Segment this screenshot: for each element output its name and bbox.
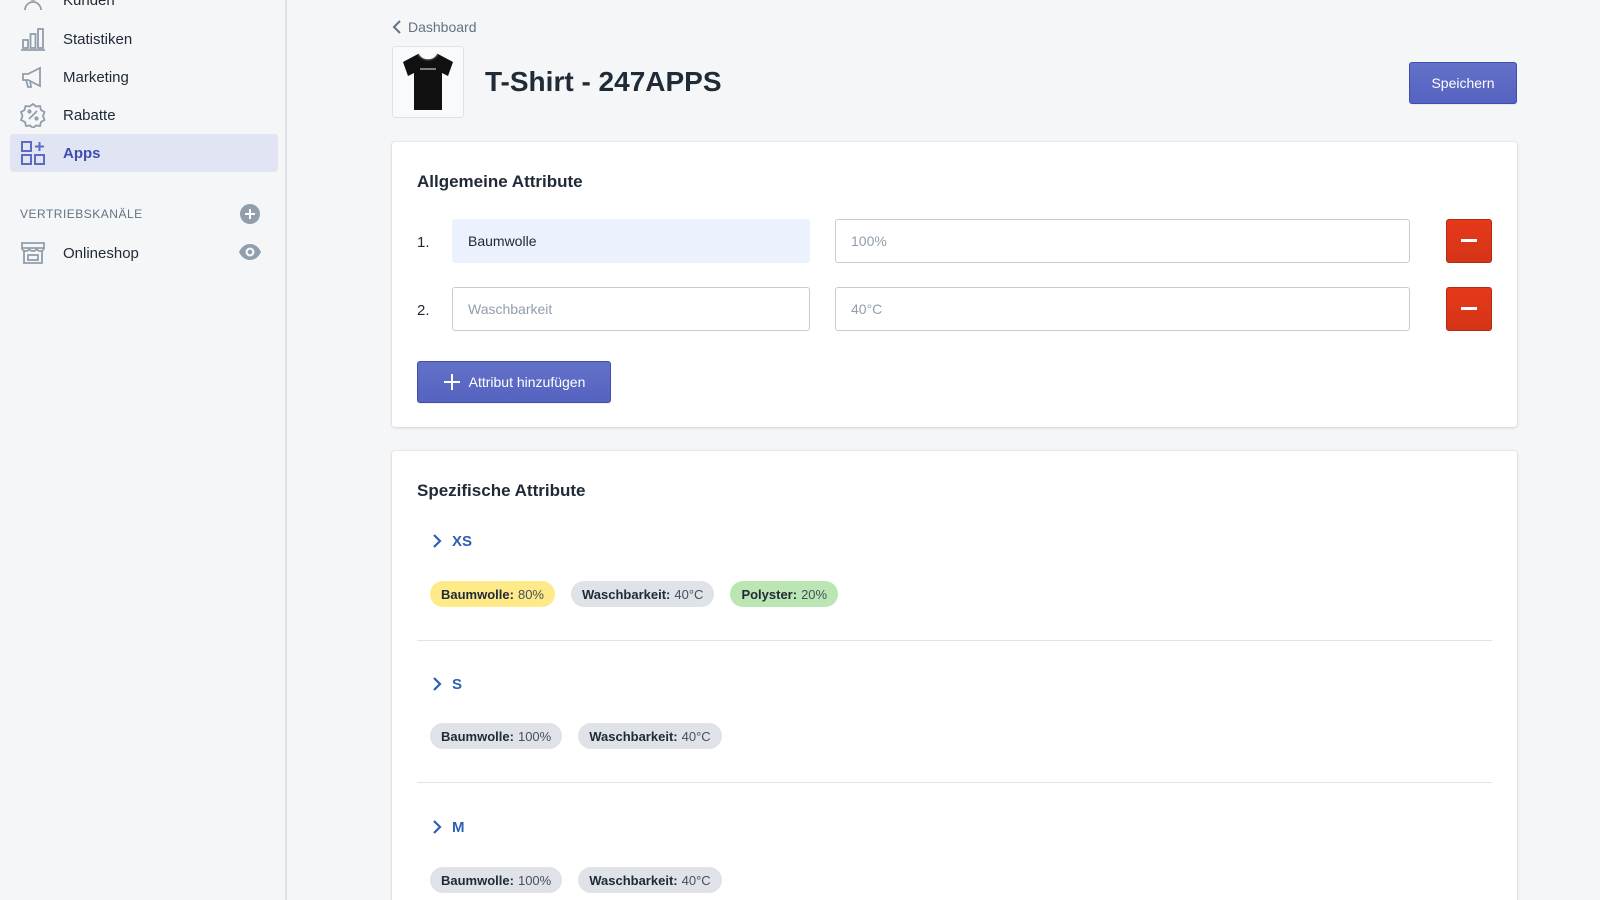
discount-icon <box>18 100 48 130</box>
attribute-badge: Baumwolle: 100% <box>430 723 563 749</box>
sidebar-item-label: Marketing <box>63 68 129 86</box>
breadcrumb-label: Dashboard <box>408 19 477 35</box>
attribute-name-input[interactable] <box>452 219 810 263</box>
attribute-row-number: 1. <box>417 234 430 251</box>
apps-icon <box>18 138 48 168</box>
attribute-badge: Waschbarkeit: 40°C <box>578 867 722 893</box>
divider <box>417 782 1492 783</box>
attribute-value-input[interactable] <box>835 287 1410 331</box>
sidebar-item-label: Statistiken <box>63 30 133 48</box>
plus-circle-icon <box>240 204 260 224</box>
variant-badges: Baumwolle: 80% Waschbarkeit: 40°C Polyster… <box>430 581 839 607</box>
chevron-right-icon <box>433 677 442 691</box>
attribute-badge: Baumwolle: 80% <box>430 581 555 607</box>
attribute-badge: Waschbarkeit: 40°C <box>578 723 722 749</box>
add-attribute-button[interactable]: Attribut hinzufügen <box>417 361 611 403</box>
variant-badges: Baumwolle: 100% Waschbarkeit: 40°C <box>430 867 722 893</box>
sidebar-item-statistiken[interactable]: Statistiken <box>10 20 278 58</box>
tshirt-image <box>403 53 453 110</box>
variant-toggle-s[interactable]: S <box>432 673 462 695</box>
remove-attribute-button[interactable] <box>1446 287 1492 331</box>
product-thumbnail <box>392 46 464 118</box>
attribute-badge: Polyster: 20% <box>730 581 839 607</box>
channels-section-label: VERTRIEBSKANÄLE <box>20 207 143 221</box>
specific-attributes-card: Spezifische Attribute XS Baumwolle: 80% W… <box>392 451 1517 900</box>
attribute-badge: Baumwolle: 100% <box>430 867 563 893</box>
variant-label: XS <box>452 532 473 550</box>
bar-chart-icon <box>18 24 48 54</box>
variant-label: S <box>452 675 463 693</box>
minus-icon <box>1461 239 1477 242</box>
minus-icon <box>1461 307 1477 310</box>
remove-attribute-button[interactable] <box>1446 219 1492 263</box>
plus-icon <box>443 374 460 390</box>
general-attributes-card: Allgemeine Attribute 1. 2. Attribut hinz… <box>392 142 1517 427</box>
attribute-value-input[interactable] <box>835 219 1410 263</box>
page-title: T-Shirt - 247APPS <box>485 66 722 97</box>
variant-toggle-xs[interactable]: XS <box>432 530 472 552</box>
divider <box>417 640 1492 641</box>
sidebar-item-label: Rabatte <box>63 106 116 124</box>
attribute-row-number: 2. <box>417 302 430 319</box>
megaphone-icon <box>18 62 48 92</box>
variant-toggle-m[interactable]: M <box>432 816 465 838</box>
breadcrumb[interactable]: Dashboard <box>392 17 477 37</box>
view-onlineshop-button[interactable] <box>238 242 262 262</box>
sidebar-item-kunden[interactable]: Kunden <box>10 0 278 19</box>
sidebar-item-label: Apps <box>63 144 101 162</box>
sidebar-item-label: Kunden <box>63 0 115 9</box>
chevron-left-icon <box>392 20 401 34</box>
eye-icon <box>239 244 261 260</box>
save-button[interactable]: Speichern <box>1409 62 1517 104</box>
store-icon <box>18 238 48 268</box>
add-channel-button[interactable] <box>240 204 260 224</box>
card-title: Spezifische Attribute <box>417 481 586 500</box>
chevron-right-icon <box>433 820 442 834</box>
sidebar-item-marketing[interactable]: Marketing <box>10 58 278 96</box>
sidebar-item-apps[interactable]: Apps <box>10 134 278 172</box>
sidebar-item-label: Onlineshop <box>63 244 139 262</box>
card-title: Allgemeine Attribute <box>417 172 583 191</box>
attribute-name-input[interactable] <box>452 287 810 331</box>
variant-label: M <box>452 818 465 836</box>
sidebar: Kunden Statistiken Marketing Rabatte App… <box>0 0 287 900</box>
attribute-badge: Waschbarkeit: 40°C <box>571 581 715 607</box>
add-attribute-label: Attribut hinzufügen <box>468 374 586 390</box>
variant-badges: Baumwolle: 100% Waschbarkeit: 40°C <box>430 723 722 749</box>
sidebar-item-rabatte[interactable]: Rabatte <box>10 96 278 134</box>
chevron-right-icon <box>433 534 442 548</box>
customer-icon <box>18 0 48 15</box>
